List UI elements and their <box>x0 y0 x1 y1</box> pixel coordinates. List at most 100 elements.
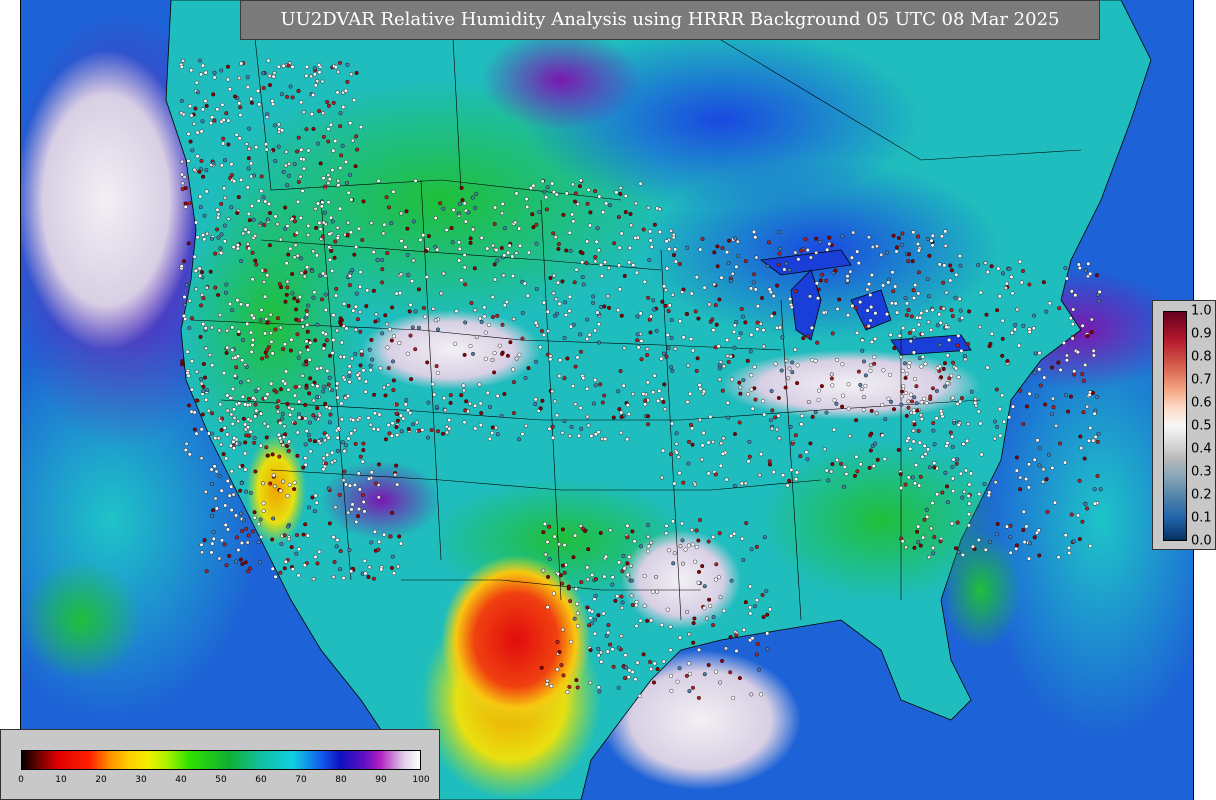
observation-dot <box>500 211 505 216</box>
observation-dot <box>294 551 299 556</box>
observation-dot <box>244 526 249 531</box>
observation-dot <box>524 197 529 202</box>
observation-dot <box>495 432 500 437</box>
observation-dot <box>292 487 297 492</box>
observation-dot <box>246 533 251 538</box>
observation-dot <box>749 286 754 291</box>
observation-dot <box>334 293 339 298</box>
observation-dot <box>576 433 581 438</box>
observation-dot <box>1027 391 1032 396</box>
observation-dot <box>983 547 988 552</box>
observation-dot <box>866 235 871 240</box>
observation-dot <box>514 191 519 196</box>
observation-dot <box>1014 543 1019 548</box>
observation-dot <box>225 393 230 398</box>
observation-dot <box>367 565 372 570</box>
observation-dot <box>691 621 696 626</box>
observation-dot <box>538 345 543 350</box>
observation-dot <box>939 234 944 239</box>
observation-dot <box>702 285 707 290</box>
observation-dot <box>485 390 490 395</box>
observation-dot <box>462 252 467 257</box>
observation-dot <box>563 300 568 305</box>
observation-dot <box>868 448 873 453</box>
observation-dot <box>248 330 253 335</box>
observation-dot <box>237 401 242 406</box>
observation-dot <box>273 327 278 332</box>
observation-dot <box>915 529 920 534</box>
observation-dot <box>350 356 355 361</box>
observation-dot <box>617 560 622 565</box>
observation-dot <box>681 561 686 566</box>
rh-tick-label: 40 <box>175 775 187 785</box>
observation-dot <box>720 659 725 664</box>
observation-dot <box>283 381 288 386</box>
observation-dot <box>800 413 805 418</box>
observation-dot <box>860 348 865 353</box>
observation-dot <box>850 303 855 308</box>
observation-dot <box>438 201 443 206</box>
observation-dot <box>740 536 745 541</box>
observation-dot <box>528 186 533 191</box>
observation-dot <box>982 482 987 487</box>
observation-dot <box>534 222 539 227</box>
observation-dot <box>270 351 275 356</box>
observation-dot <box>417 428 422 433</box>
observation-dot <box>326 139 331 144</box>
observation-dot <box>654 328 659 333</box>
observation-dot <box>426 435 431 440</box>
observation-dot <box>192 167 197 172</box>
observation-dot <box>868 318 873 323</box>
observation-dot <box>298 174 303 179</box>
observation-dot <box>479 235 484 240</box>
observation-dot <box>738 331 743 336</box>
observation-dot <box>264 316 269 321</box>
observation-dot <box>645 380 650 385</box>
observation-dot <box>335 225 340 230</box>
observation-dot <box>389 433 394 438</box>
observation-dot <box>674 431 679 436</box>
observation-dot <box>270 537 275 542</box>
observation-dot <box>374 312 379 317</box>
observation-dot <box>966 493 971 498</box>
observation-dot <box>1076 513 1081 518</box>
observation-dot <box>911 288 916 293</box>
observation-dot <box>1092 487 1097 492</box>
observation-dot <box>674 441 679 446</box>
observation-dot <box>993 419 998 424</box>
observation-dot <box>916 540 921 545</box>
observation-dot <box>235 298 240 303</box>
observation-dot <box>377 462 382 467</box>
observation-dot <box>957 297 962 302</box>
observation-dot <box>646 549 651 554</box>
observation-dot <box>360 459 365 464</box>
observation-dot <box>301 110 306 115</box>
observation-dot <box>840 404 845 409</box>
observation-dot <box>278 488 283 493</box>
observation-dot <box>278 570 283 575</box>
observation-dot <box>620 605 625 610</box>
observation-dot <box>391 388 396 393</box>
observation-dot <box>195 90 200 95</box>
observation-dot <box>418 237 423 242</box>
observation-dot <box>398 541 403 546</box>
observation-dot <box>344 443 349 448</box>
observation-dot <box>367 347 372 352</box>
observation-dot <box>619 594 624 599</box>
observation-dot <box>635 660 640 665</box>
observation-dot <box>391 359 396 364</box>
observation-dot <box>579 426 584 431</box>
observation-dot <box>243 451 248 456</box>
observation-dot <box>404 398 409 403</box>
observation-dot <box>296 318 301 323</box>
observation-dot <box>372 529 377 534</box>
observation-dot <box>223 195 228 200</box>
observation-dot <box>829 376 834 381</box>
observation-dot <box>226 216 231 221</box>
observation-dot <box>517 226 522 231</box>
observation-dot <box>962 354 967 359</box>
observation-dot <box>229 412 234 417</box>
observation-dot <box>219 68 224 73</box>
observation-dot <box>199 542 204 547</box>
increment-tick-label: 0.5 <box>1191 418 1212 434</box>
